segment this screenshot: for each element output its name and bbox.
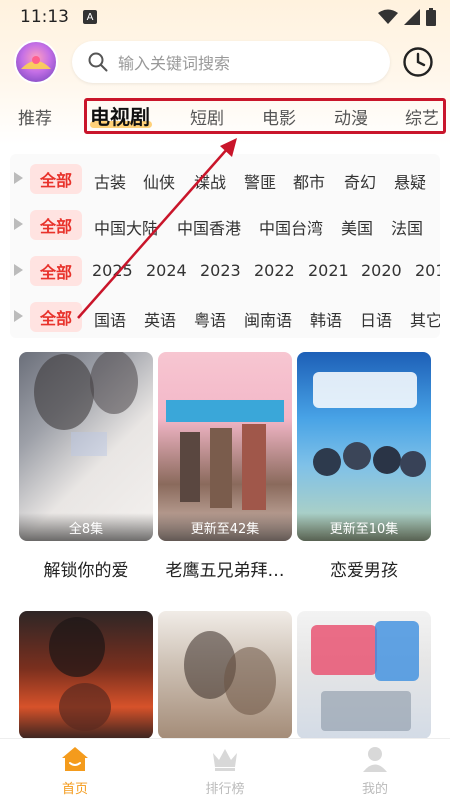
filter-option[interactable]: 2024 — [146, 261, 187, 280]
annotation-highlight-box — [84, 98, 446, 134]
filter-row-year: 全部 2025 2024 2023 2022 2021 2020 201 — [10, 253, 440, 287]
show-poster — [19, 611, 153, 739]
filter-all-genre[interactable]: 全部 — [30, 164, 82, 194]
search-placeholder: 输入关键词搜索 — [118, 54, 231, 73]
filter-all-region[interactable]: 全部 — [30, 210, 82, 240]
history-button[interactable] — [402, 46, 434, 78]
show-poster: 全8集 — [19, 352, 153, 541]
filter-option[interactable]: 谍战 — [194, 169, 226, 193]
tab-recommend[interactable]: 推荐 — [18, 104, 52, 129]
filter-option[interactable]: 英语 — [144, 307, 176, 331]
filter-option[interactable]: 悬疑 — [394, 169, 426, 193]
profile-icon — [363, 747, 387, 772]
filter-option[interactable]: 韩语 — [310, 307, 342, 331]
show-title: 解锁你的爱 — [43, 561, 129, 581]
app-logo — [14, 40, 58, 84]
show-card[interactable]: 全8集 解锁你的爱 — [19, 352, 153, 582]
nav-home[interactable]: 首页 — [0, 739, 150, 801]
filter-option[interactable]: 中国台湾 — [259, 215, 323, 239]
filter-option[interactable]: 奇幻 — [344, 169, 376, 193]
bottom-navigation: 首页 排行榜 我的 — [0, 738, 450, 801]
filter-row-genre: 全部 古装 仙侠 谍战 警匪 都市 奇幻 悬疑 — [10, 161, 440, 195]
filter-option[interactable]: 古装 — [94, 169, 126, 193]
show-poster: 更新至42集 — [158, 352, 292, 541]
filter-option[interactable]: 2021 — [308, 261, 349, 280]
filter-option[interactable]: 2022 — [254, 261, 295, 280]
show-card[interactable]: 更新至10集 恋爱男孩 — [297, 352, 431, 582]
show-card[interactable] — [19, 611, 153, 739]
show-card[interactable] — [158, 611, 292, 739]
episode-badge: 更新至10集 — [297, 513, 431, 541]
poster-art — [184, 631, 276, 715]
search-input[interactable]: 输入关键词搜索 — [72, 41, 390, 83]
filter-option[interactable]: 其它 — [410, 307, 440, 331]
show-poster: 更新至10集 — [297, 352, 431, 541]
battery-icon — [426, 8, 436, 26]
search-icon — [88, 52, 108, 72]
signal-icon — [404, 9, 420, 25]
filter-all-language[interactable]: 全部 — [30, 302, 82, 332]
filter-option[interactable]: 闽南语 — [244, 307, 292, 331]
filter-option[interactable]: 201 — [415, 261, 440, 280]
filter-option[interactable]: 中国大陆 — [94, 215, 158, 239]
clock-icon — [403, 47, 433, 77]
episode-badge: 全8集 — [19, 513, 153, 541]
filter-all-year[interactable]: 全部 — [30, 256, 82, 286]
triangle-right-icon — [14, 310, 23, 322]
triangle-right-icon — [14, 264, 23, 276]
nav-label-home: 首页 — [61, 782, 88, 797]
episode-badge: 更新至42集 — [158, 513, 292, 541]
triangle-right-icon — [14, 172, 23, 184]
filter-option[interactable]: 仙侠 — [143, 169, 175, 193]
filter-option[interactable]: 2020 — [361, 261, 402, 280]
filter-option[interactable]: 2025 — [92, 261, 133, 280]
wifi-icon — [378, 9, 398, 24]
nav-profile[interactable]: 我的 — [300, 739, 450, 801]
filter-row-region: 全部 中国大陆 中国香港 中国台湾 美国 法国 — [10, 207, 440, 241]
home-icon — [62, 747, 88, 771]
show-poster — [297, 611, 431, 739]
nav-label-profile: 我的 — [361, 782, 388, 797]
filter-option[interactable]: 2023 — [200, 261, 241, 280]
filter-option[interactable]: 法国 — [391, 215, 423, 239]
filter-option[interactable]: 都市 — [293, 169, 325, 193]
nav-label-ranking: 排行榜 — [205, 782, 245, 797]
crown-icon — [213, 749, 237, 771]
show-card[interactable]: 更新至42集 老鹰五兄弟拜… — [158, 352, 292, 582]
filter-option[interactable]: 粤语 — [194, 307, 226, 331]
filter-option[interactable]: 国语 — [94, 307, 126, 331]
app-logo-emblem — [21, 56, 51, 69]
status-bar: 11:13 A — [0, 0, 450, 34]
show-poster — [158, 611, 292, 739]
poster-art — [311, 621, 419, 731]
filter-option[interactable]: 中国香港 — [177, 215, 241, 239]
filter-row-language: 全部 国语 英语 粤语 闽南语 韩语 日语 其它 — [10, 299, 440, 333]
status-time: 11:13 — [20, 7, 69, 27]
filter-option[interactable]: 警匪 — [244, 169, 276, 193]
filter-option[interactable]: 日语 — [360, 307, 392, 331]
show-title: 老鹰五兄弟拜… — [165, 561, 285, 581]
poster-art — [49, 617, 111, 731]
notification-icon: A — [83, 10, 97, 24]
show-card[interactable] — [297, 611, 431, 739]
show-title: 恋爱男孩 — [330, 561, 398, 581]
filter-option[interactable]: 美国 — [341, 215, 373, 239]
triangle-right-icon — [14, 218, 23, 230]
status-icons — [378, 8, 436, 26]
nav-ranking[interactable]: 排行榜 — [150, 739, 300, 801]
filter-panel: 全部 古装 仙侠 谍战 警匪 都市 奇幻 悬疑 全部 中国大陆 中国香港 中国台… — [10, 154, 440, 338]
